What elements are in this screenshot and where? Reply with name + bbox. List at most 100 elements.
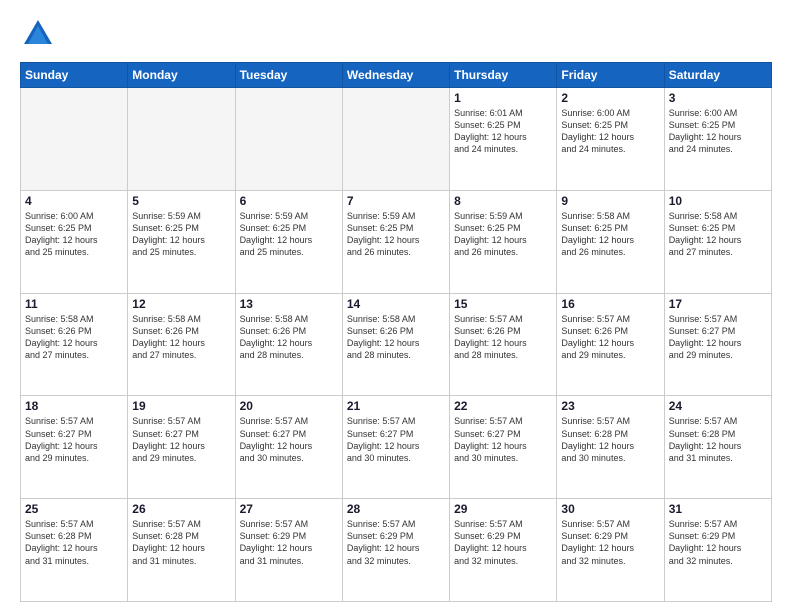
day-number: 18 (25, 399, 123, 413)
day-info: Sunrise: 5:57 AM Sunset: 6:29 PM Dayligh… (240, 518, 338, 567)
day-info: Sunrise: 6:00 AM Sunset: 6:25 PM Dayligh… (561, 107, 659, 156)
day-info: Sunrise: 5:58 AM Sunset: 6:26 PM Dayligh… (25, 313, 123, 362)
calendar-cell: 28 Sunrise: 5:57 AM Sunset: 6:29 PM Dayli… (342, 499, 449, 602)
day-number: 23 (561, 399, 659, 413)
calendar-cell (128, 88, 235, 191)
day-number: 12 (132, 297, 230, 311)
calendar-cell (235, 88, 342, 191)
day-info: Sunrise: 5:57 AM Sunset: 6:27 PM Dayligh… (240, 415, 338, 464)
calendar-cell: 18 Sunrise: 5:57 AM Sunset: 6:27 PM Dayli… (21, 396, 128, 499)
day-info: Sunrise: 5:57 AM Sunset: 6:28 PM Dayligh… (132, 518, 230, 567)
day-info: Sunrise: 5:57 AM Sunset: 6:28 PM Dayligh… (561, 415, 659, 464)
day-number: 5 (132, 194, 230, 208)
calendar-cell: 9 Sunrise: 5:58 AM Sunset: 6:25 PM Daylig… (557, 190, 664, 293)
day-number: 1 (454, 91, 552, 105)
day-info: Sunrise: 5:57 AM Sunset: 6:28 PM Dayligh… (669, 415, 767, 464)
day-info: Sunrise: 5:57 AM Sunset: 6:27 PM Dayligh… (132, 415, 230, 464)
calendar-cell: 22Sunrise: 5:57 AM Sunset: 6:27 PM Dayli… (450, 396, 557, 499)
day-number: 25 (25, 502, 123, 516)
day-number: 24 (669, 399, 767, 413)
day-info: Sunrise: 6:00 AM Sunset: 6:25 PM Dayligh… (669, 107, 767, 156)
calendar-week-3: 18 Sunrise: 5:57 AM Sunset: 6:27 PM Dayli… (21, 396, 772, 499)
day-number: 20 (240, 399, 338, 413)
calendar-header-wednesday: Wednesday (342, 63, 449, 88)
day-info: Sunrise: 5:58 AM Sunset: 6:26 PM Dayligh… (240, 313, 338, 362)
day-info: Sunrise: 5:59 AM Sunset: 6:25 PM Dayligh… (132, 210, 230, 259)
calendar-week-2: 11 Sunrise: 5:58 AM Sunset: 6:26 PM Dayli… (21, 293, 772, 396)
day-info: Sunrise: 5:59 AM Sunset: 6:25 PM Dayligh… (240, 210, 338, 259)
calendar-week-0: 1Sunrise: 6:01 AM Sunset: 6:25 PM Daylig… (21, 88, 772, 191)
calendar-header-sunday: Sunday (21, 63, 128, 88)
day-info: Sunrise: 6:00 AM Sunset: 6:25 PM Dayligh… (25, 210, 123, 259)
day-number: 9 (561, 194, 659, 208)
day-number: 28 (347, 502, 445, 516)
calendar-cell: 16 Sunrise: 5:57 AM Sunset: 6:26 PM Dayli… (557, 293, 664, 396)
logo (20, 16, 60, 52)
day-info: Sunrise: 5:58 AM Sunset: 6:26 PM Dayligh… (132, 313, 230, 362)
page: SundayMondayTuesdayWednesdayThursdayFrid… (0, 0, 792, 612)
calendar-cell: 15Sunrise: 5:57 AM Sunset: 6:26 PM Dayli… (450, 293, 557, 396)
day-info: Sunrise: 5:57 AM Sunset: 6:28 PM Dayligh… (25, 518, 123, 567)
day-info: Sunrise: 5:58 AM Sunset: 6:26 PM Dayligh… (347, 313, 445, 362)
day-number: 31 (669, 502, 767, 516)
day-info: Sunrise: 5:57 AM Sunset: 6:27 PM Dayligh… (25, 415, 123, 464)
day-number: 27 (240, 502, 338, 516)
day-number: 13 (240, 297, 338, 311)
day-info: Sunrise: 5:57 AM Sunset: 6:29 PM Dayligh… (561, 518, 659, 567)
day-number: 8 (454, 194, 552, 208)
day-number: 10 (669, 194, 767, 208)
day-info: Sunrise: 5:57 AM Sunset: 6:27 PM Dayligh… (669, 313, 767, 362)
day-number: 29 (454, 502, 552, 516)
calendar-cell: 7 Sunrise: 5:59 AM Sunset: 6:25 PM Daylig… (342, 190, 449, 293)
day-info: Sunrise: 5:57 AM Sunset: 6:27 PM Dayligh… (347, 415, 445, 464)
day-number: 6 (240, 194, 338, 208)
calendar-table: SundayMondayTuesdayWednesdayThursdayFrid… (20, 62, 772, 602)
day-number: 17 (669, 297, 767, 311)
calendar-cell: 12 Sunrise: 5:58 AM Sunset: 6:26 PM Dayli… (128, 293, 235, 396)
calendar-cell: 31 Sunrise: 5:57 AM Sunset: 6:29 PM Dayli… (664, 499, 771, 602)
calendar-cell: 13 Sunrise: 5:58 AM Sunset: 6:26 PM Dayli… (235, 293, 342, 396)
calendar-cell: 24 Sunrise: 5:57 AM Sunset: 6:28 PM Dayli… (664, 396, 771, 499)
calendar-cell: 2 Sunrise: 6:00 AM Sunset: 6:25 PM Daylig… (557, 88, 664, 191)
day-info: Sunrise: 5:58 AM Sunset: 6:25 PM Dayligh… (561, 210, 659, 259)
calendar-cell: 21Sunrise: 5:57 AM Sunset: 6:27 PM Dayli… (342, 396, 449, 499)
calendar-cell: 19 Sunrise: 5:57 AM Sunset: 6:27 PM Dayli… (128, 396, 235, 499)
calendar-cell (21, 88, 128, 191)
day-number: 26 (132, 502, 230, 516)
day-info: Sunrise: 5:57 AM Sunset: 6:26 PM Dayligh… (561, 313, 659, 362)
day-info: Sunrise: 5:59 AM Sunset: 6:25 PM Dayligh… (347, 210, 445, 259)
day-info: Sunrise: 5:59 AM Sunset: 6:25 PM Dayligh… (454, 210, 552, 259)
calendar-cell: 6 Sunrise: 5:59 AM Sunset: 6:25 PM Daylig… (235, 190, 342, 293)
calendar-cell: 29Sunrise: 5:57 AM Sunset: 6:29 PM Dayli… (450, 499, 557, 602)
calendar-cell: 11 Sunrise: 5:58 AM Sunset: 6:26 PM Dayli… (21, 293, 128, 396)
calendar-header-tuesday: Tuesday (235, 63, 342, 88)
day-info: Sunrise: 5:57 AM Sunset: 6:27 PM Dayligh… (454, 415, 552, 464)
day-number: 16 (561, 297, 659, 311)
calendar-week-4: 25 Sunrise: 5:57 AM Sunset: 6:28 PM Dayli… (21, 499, 772, 602)
calendar-cell: 3Sunrise: 6:00 AM Sunset: 6:25 PM Daylig… (664, 88, 771, 191)
calendar-cell: 4 Sunrise: 6:00 AM Sunset: 6:25 PM Daylig… (21, 190, 128, 293)
calendar-cell: 20 Sunrise: 5:57 AM Sunset: 6:27 PM Dayli… (235, 396, 342, 499)
calendar-cell: 23 Sunrise: 5:57 AM Sunset: 6:28 PM Dayli… (557, 396, 664, 499)
calendar-week-1: 4 Sunrise: 6:00 AM Sunset: 6:25 PM Daylig… (21, 190, 772, 293)
calendar-cell: 5 Sunrise: 5:59 AM Sunset: 6:25 PM Daylig… (128, 190, 235, 293)
calendar-cell: 14Sunrise: 5:58 AM Sunset: 6:26 PM Dayli… (342, 293, 449, 396)
calendar-cell: 26 Sunrise: 5:57 AM Sunset: 6:28 PM Dayli… (128, 499, 235, 602)
day-number: 2 (561, 91, 659, 105)
calendar-cell: 30 Sunrise: 5:57 AM Sunset: 6:29 PM Dayli… (557, 499, 664, 602)
calendar-cell: 8 Sunrise: 5:59 AM Sunset: 6:25 PM Daylig… (450, 190, 557, 293)
day-number: 4 (25, 194, 123, 208)
day-info: Sunrise: 5:57 AM Sunset: 6:26 PM Dayligh… (454, 313, 552, 362)
day-info: Sunrise: 5:57 AM Sunset: 6:29 PM Dayligh… (669, 518, 767, 567)
day-number: 30 (561, 502, 659, 516)
logo-icon (20, 16, 56, 52)
day-info: Sunrise: 5:57 AM Sunset: 6:29 PM Dayligh… (347, 518, 445, 567)
calendar-cell: 1Sunrise: 6:01 AM Sunset: 6:25 PM Daylig… (450, 88, 557, 191)
day-number: 19 (132, 399, 230, 413)
header (20, 16, 772, 52)
calendar-header-row: SundayMondayTuesdayWednesdayThursdayFrid… (21, 63, 772, 88)
calendar-header-friday: Friday (557, 63, 664, 88)
calendar-header-saturday: Saturday (664, 63, 771, 88)
day-number: 7 (347, 194, 445, 208)
day-number: 11 (25, 297, 123, 311)
